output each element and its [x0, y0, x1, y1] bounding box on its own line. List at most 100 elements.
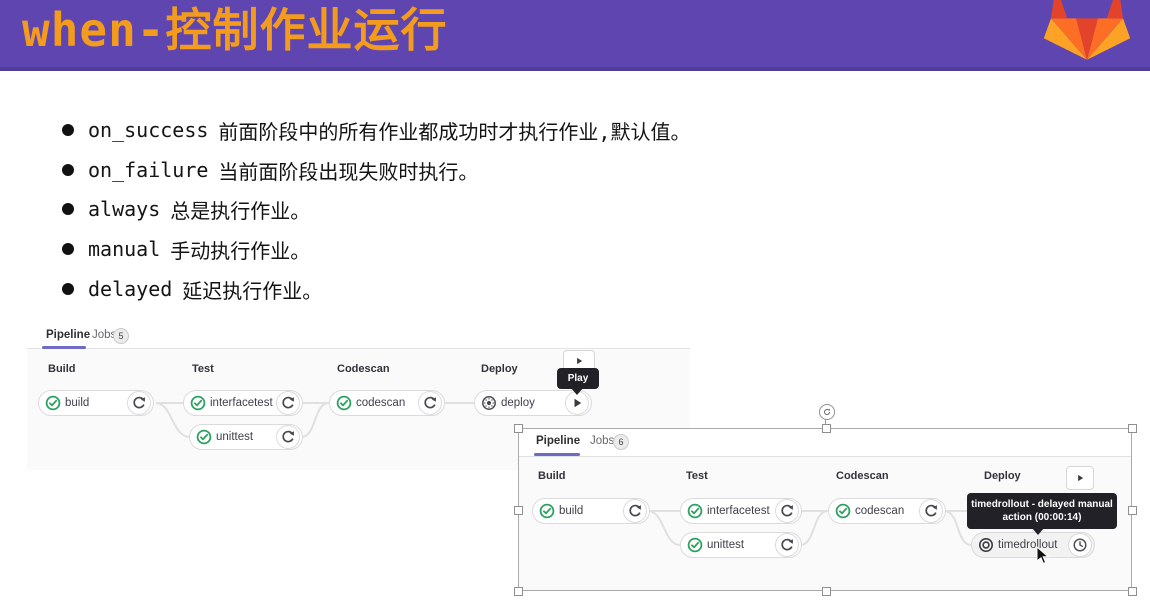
stage-label-codescan-2: Codescan [836, 470, 889, 482]
retry-icon [280, 429, 296, 445]
bullet-dot [62, 283, 74, 295]
retry-icon [131, 395, 147, 411]
retry-button[interactable] [919, 499, 943, 523]
list-item: on_failure 当前面阶段出现失败时执行。 [62, 157, 478, 183]
tooltip-line1: timedrollout - delayed manual [971, 498, 1113, 511]
success-icon [190, 395, 206, 411]
retry-button[interactable] [775, 499, 799, 523]
stage-label-build-2: Build [538, 470, 566, 482]
stage-label-test: Test [192, 363, 214, 375]
tab-jobs-2[interactable]: Jobs [590, 435, 614, 447]
tooltip-arrow-2 [1032, 528, 1044, 535]
retry-button[interactable] [276, 425, 300, 449]
job-pill-unittest-2[interactable]: unittest [680, 532, 802, 558]
active-tab-underline-2 [534, 453, 580, 456]
job-pill-timedrollout[interactable]: timedrollout [971, 532, 1095, 558]
retry-button[interactable] [623, 499, 647, 523]
mouse-cursor-icon [1036, 546, 1052, 566]
job-pill-build-2[interactable]: build [532, 498, 650, 524]
job-name: timedrollout [994, 539, 1068, 551]
bullet-text: 手动执行作业。 [170, 235, 310, 264]
bullet-keyword: manual [88, 237, 160, 261]
job-pill-build[interactable]: build [38, 390, 154, 416]
stage-label-deploy-2: Deploy [984, 470, 1021, 482]
list-item: delayed 延迟执行作业。 [62, 276, 322, 302]
rotate-handle[interactable] [819, 404, 835, 420]
gitlab-logo-icon [1042, 0, 1132, 62]
retry-button[interactable] [775, 533, 799, 557]
stage-play-button-2[interactable] [1066, 466, 1094, 490]
retry-icon [779, 537, 795, 553]
success-icon [687, 503, 703, 519]
play-tooltip: Play [557, 368, 599, 389]
jobs-count-badge-2: 6 [613, 434, 629, 450]
job-name: interfacetest [206, 397, 276, 409]
bullet-keyword: on_success [88, 118, 208, 142]
list-item: always 总是执行作业。 [62, 196, 310, 222]
job-name: build [555, 505, 623, 517]
bullet-dot [62, 164, 74, 176]
bullet-text: 当前面阶段出现失败时执行。 [218, 156, 478, 185]
bullet-text: 总是执行作业。 [170, 195, 310, 224]
jobs-count-badge: 5 [113, 328, 129, 344]
success-icon [835, 503, 851, 519]
list-item: on_success 前面阶段中的所有作业都成功时才执行作业,默认值。 [62, 117, 690, 143]
success-icon [687, 537, 703, 553]
success-icon [539, 503, 555, 519]
resize-handle-mid-right[interactable] [1128, 506, 1137, 515]
job-pill-codescan-2[interactable]: codescan [828, 498, 946, 524]
tooltip-line2: action (00:00:14) [1003, 511, 1082, 524]
job-pill-interfacetest-2[interactable]: interfacetest [680, 498, 802, 524]
tab-pipeline[interactable]: Pipeline [46, 329, 90, 341]
retry-button[interactable] [418, 391, 442, 415]
resize-handle-bottom-center[interactable] [822, 587, 831, 596]
tooltip-text: Play [568, 372, 589, 385]
bullet-keyword: delayed [88, 277, 172, 301]
play-icon [1074, 472, 1086, 484]
rotate-icon [822, 407, 832, 417]
play-icon [573, 355, 585, 367]
resize-handle-top-left[interactable] [514, 424, 523, 433]
retry-icon [779, 503, 795, 519]
job-name: unittest [212, 431, 276, 443]
bullet-dot [62, 124, 74, 136]
job-name: deploy [497, 397, 565, 409]
resize-handle-mid-left[interactable] [514, 506, 523, 515]
resize-handle-top-center[interactable] [822, 424, 831, 433]
stage-label-deploy: Deploy [481, 363, 518, 375]
job-name: interfacetest [703, 505, 775, 517]
stage-label-test-2: Test [686, 470, 708, 482]
retry-icon [280, 395, 296, 411]
success-icon [196, 429, 212, 445]
retry-icon [923, 503, 939, 519]
resize-handle-top-right[interactable] [1128, 424, 1137, 433]
play-icon [569, 395, 585, 411]
bullet-text: 延迟执行作业。 [182, 275, 322, 304]
tab-pipeline-2[interactable]: Pipeline [536, 435, 580, 447]
job-name: build [61, 397, 127, 409]
job-name: codescan [352, 397, 418, 409]
resize-handle-bottom-right[interactable] [1128, 587, 1137, 596]
scheduled-job-icon [978, 537, 994, 553]
job-pill-unittest[interactable]: unittest [189, 424, 303, 450]
stage-label-build: Build [48, 363, 76, 375]
job-pill-codescan[interactable]: codescan [329, 390, 445, 416]
retry-icon [627, 503, 643, 519]
manual-job-icon [481, 395, 497, 411]
retry-icon [422, 395, 438, 411]
bullet-text: 前面阶段中的所有作业都成功时才执行作业,默认值。 [218, 116, 690, 145]
bullet-keyword: always [88, 197, 160, 221]
list-item: manual 手动执行作业。 [62, 236, 310, 262]
timer-button[interactable] [1068, 533, 1092, 557]
retry-button[interactable] [276, 391, 300, 415]
bullet-dot [62, 243, 74, 255]
retry-button[interactable] [127, 391, 151, 415]
header-bar: when-控制作业运行 [0, 0, 1150, 71]
resize-handle-bottom-left[interactable] [514, 587, 523, 596]
tooltip-arrow [571, 388, 583, 395]
job-name: unittest [703, 539, 775, 551]
delayed-tooltip: timedrollout - delayed manual action (00… [967, 493, 1117, 529]
page-title: when-控制作业运行 [22, 0, 447, 60]
job-pill-interfacetest[interactable]: interfacetest [183, 390, 303, 416]
job-name: codescan [851, 505, 919, 517]
